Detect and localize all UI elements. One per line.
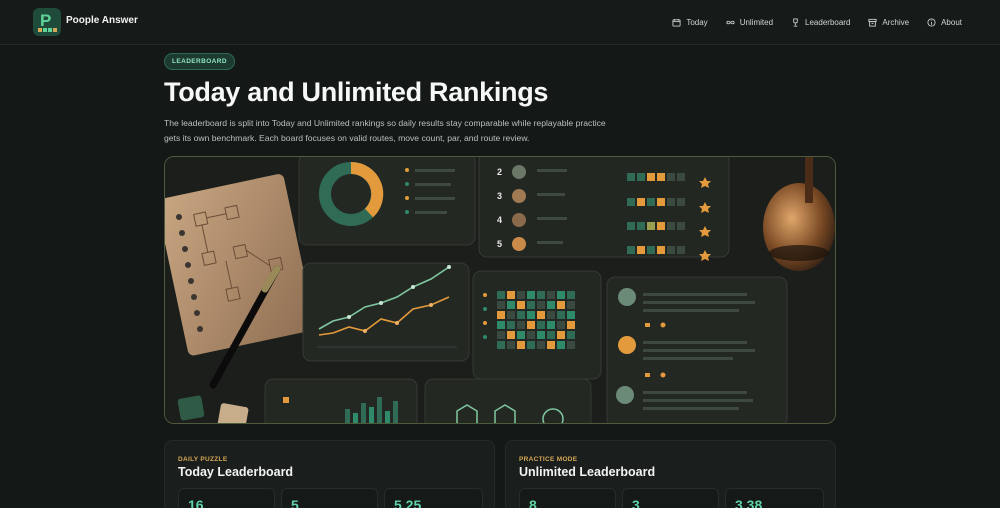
section-badge: LEADERBOARD [164,53,235,70]
archive-icon [868,18,877,27]
nav-item-leaderboard[interactable]: Leaderboard [791,18,850,27]
today-leaderboard-card[interactable]: DAILY PUZZLE Today Leaderboard 16 5 5.25 [164,440,495,508]
dashboard-illustration: 2 3 4 5 [165,157,835,423]
app-logo[interactable]: P [33,8,61,36]
nav-label: Unlimited [739,18,774,27]
card-title: Unlimited Leaderboard [519,465,656,479]
info-icon [927,18,936,27]
page-header: LEADERBOARD Today and Unlimited Rankings… [164,50,836,146]
app-name[interactable]: Poople Answer [66,15,138,26]
donut-panel [298,157,476,246]
badges-panel [424,378,592,423]
nav-item-today[interactable]: Today [672,18,708,27]
stat-box: 5.25 [384,488,483,508]
page-description: The leaderboard is split into Today and … [164,118,606,143]
stat-value: 3 [632,497,640,508]
nav-label: Today [686,18,708,27]
trophy-icon [793,18,798,27]
nav-item-archive[interactable]: Archive [868,18,909,27]
stat-value: 8 [529,497,537,508]
nav-item-about[interactable]: About [927,18,962,27]
stat-box: 3.38 [725,488,824,508]
stat-box: 16 [178,488,275,508]
rank-number: 4 [497,215,502,225]
stat-box: 8 [519,488,616,508]
rank-number: 5 [497,239,502,249]
calendar-icon [672,18,681,27]
nav-label: Leaderboard [805,18,851,27]
card-kicker: PRACTICE MODE [519,456,578,463]
top-navigation-bar: P Poople Answer Today Unlimited Leaderbo… [0,0,1000,45]
stat-value: 3.38 [735,497,763,508]
stat-box: 3 [622,488,719,508]
stat-value: 5 [291,497,299,508]
comments-panel [606,276,788,423]
rank-number: 3 [497,191,502,201]
stat-value: 16 [188,497,204,508]
stat-box: 5 [281,488,378,508]
page-title: Today and Unlimited Rankings [164,77,549,107]
unlimited-leaderboard-card[interactable]: PRACTICE MODE Unlimited Leaderboard 8 3 … [505,440,836,508]
main-nav: Today Unlimited Leaderboard Archive Abou… [672,0,962,45]
hero-illustration: 2 3 4 5 [164,156,836,424]
bar-chart-panel [264,378,418,423]
card-title: Today Leaderboard [178,465,294,479]
leaderboard-panel: 2 3 4 5 [478,157,730,261]
heatmap-panel [472,270,602,380]
stat-value: 5.25 [394,497,422,508]
nav-item-unlimited[interactable]: Unlimited [726,18,773,27]
nav-label: About [941,18,962,27]
rank-number: 2 [497,167,502,177]
infinity-icon [726,20,735,25]
line-chart-panel [302,262,470,362]
card-kicker: DAILY PUZZLE [178,456,228,463]
nav-label: Archive [882,18,910,27]
